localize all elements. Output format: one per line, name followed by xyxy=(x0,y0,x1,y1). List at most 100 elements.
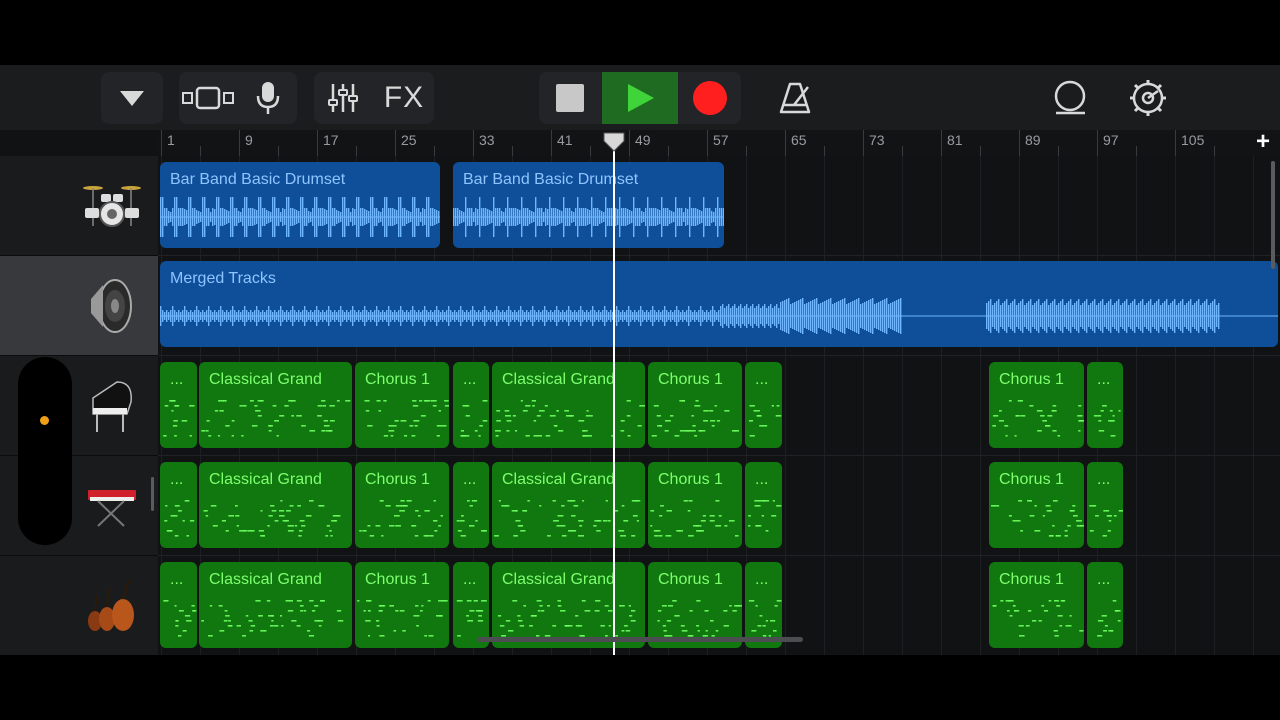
midi-region[interactable]: ... xyxy=(160,462,197,548)
region-label: ... xyxy=(1097,571,1111,588)
midi-region[interactable]: Classical Grand xyxy=(492,462,645,548)
ruler-minor-tick xyxy=(590,146,591,156)
midi-region[interactable]: Classical Grand xyxy=(492,562,645,648)
region-label: Chorus 1 xyxy=(658,571,723,588)
midi-region[interactable]: ... xyxy=(745,362,782,448)
play-icon xyxy=(628,84,654,112)
volume-slider-thumb[interactable] xyxy=(40,416,49,425)
stop-icon xyxy=(556,84,584,112)
midi-region[interactable]: ... xyxy=(160,562,197,648)
region-label: ... xyxy=(755,571,769,588)
midi-notes xyxy=(748,600,782,637)
midi-notes xyxy=(749,405,782,437)
ruler-bar-label: 17 xyxy=(323,132,339,148)
mixer-button[interactable] xyxy=(314,72,372,124)
ruler-major-tick xyxy=(317,130,318,156)
midi-region[interactable]: ... xyxy=(745,562,782,648)
region-drums-1[interactable]: Bar Band Basic Drumset xyxy=(160,162,440,248)
midi-region[interactable]: Chorus 1 xyxy=(648,362,742,448)
midi-region[interactable]: ... xyxy=(745,462,782,548)
microphone-icon xyxy=(256,82,280,114)
ruler-bar-label: 1 xyxy=(167,132,175,148)
playhead[interactable] xyxy=(613,142,615,655)
ruler-bar-label: 81 xyxy=(947,132,963,148)
midi-region[interactable]: Classical Grand xyxy=(492,362,645,448)
midi-region[interactable]: Classical Grand xyxy=(199,362,352,448)
region-label: Classical Grand xyxy=(502,371,615,388)
record-icon xyxy=(693,81,727,115)
ruler-major-tick xyxy=(785,130,786,156)
midi-region[interactable]: ... xyxy=(160,362,197,448)
track-headers xyxy=(0,156,158,655)
ruler-major-tick xyxy=(395,130,396,156)
midi-notes xyxy=(163,600,197,637)
midi-region[interactable]: ... xyxy=(453,462,489,548)
ruler-minor-tick xyxy=(824,146,825,156)
metronome-button[interactable] xyxy=(770,75,820,121)
horizontal-scrollbar[interactable] xyxy=(477,637,803,642)
vertical-scrollbar[interactable] xyxy=(1271,161,1275,269)
midi-region[interactable]: Chorus 1 xyxy=(648,562,742,648)
midi-region[interactable]: Chorus 1 xyxy=(355,562,449,648)
ruler-major-tick xyxy=(863,130,864,156)
ruler-minor-tick xyxy=(278,146,279,156)
region-merged-tracks[interactable]: Merged Tracks xyxy=(160,261,1278,347)
ruler-bar-label: 33 xyxy=(479,132,495,148)
midi-notes xyxy=(460,400,488,437)
header-resize-handle[interactable] xyxy=(151,477,154,511)
playhead-handle[interactable] xyxy=(601,132,627,152)
midi-region[interactable]: Chorus 1 xyxy=(989,362,1084,448)
midi-notes xyxy=(203,500,341,537)
synth-keyboard-icon xyxy=(80,476,144,536)
midi-region[interactable]: ... xyxy=(1087,362,1123,448)
ruler-major-tick xyxy=(239,130,240,156)
ruler-bar-label: 65 xyxy=(791,132,807,148)
region-label: ... xyxy=(755,371,769,388)
track-header-strings[interactable] xyxy=(0,556,158,655)
ruler-minor-tick xyxy=(200,146,201,156)
track-header-drums[interactable] xyxy=(0,156,158,256)
volume-slider[interactable] xyxy=(18,357,72,545)
ruler-minor-tick xyxy=(512,146,513,156)
midi-region[interactable]: ... xyxy=(1087,562,1123,648)
microphone-button[interactable] xyxy=(239,72,297,124)
region-label: ... xyxy=(1097,471,1111,488)
play-button[interactable] xyxy=(602,72,678,124)
track-header-merged[interactable] xyxy=(0,256,158,356)
fx-button[interactable]: FX xyxy=(374,72,434,124)
record-button[interactable] xyxy=(679,72,741,124)
region-label: ... xyxy=(755,471,769,488)
midi-region[interactable]: Chorus 1 xyxy=(989,562,1084,648)
region-drums-2[interactable]: Bar Band Basic Drumset xyxy=(453,162,724,248)
track-view-button[interactable] xyxy=(179,72,237,124)
midi-notes xyxy=(456,500,487,537)
region-label: ... xyxy=(170,471,184,488)
ruler-bar-label: 9 xyxy=(245,132,253,148)
stop-button[interactable] xyxy=(539,72,601,124)
view-group xyxy=(179,72,297,124)
tracks-dropdown-button[interactable] xyxy=(101,72,163,124)
region-label: Classical Grand xyxy=(502,571,615,588)
midi-region[interactable]: Classical Grand xyxy=(199,462,352,548)
ruler-major-tick xyxy=(629,130,630,156)
tracks-dropdown-icon xyxy=(120,91,144,106)
midi-region[interactable]: ... xyxy=(453,362,489,448)
midi-region[interactable]: Chorus 1 xyxy=(648,462,742,548)
region-label: Classical Grand xyxy=(209,471,322,488)
midi-region[interactable]: Classical Grand xyxy=(199,562,352,648)
loop-browser-button[interactable] xyxy=(1046,75,1094,121)
settings-icon xyxy=(1130,80,1166,116)
add-section-button[interactable]: + xyxy=(1256,128,1270,156)
bar-ruler[interactable]: 1 9 17 25 33 41 49 57 65 73 81 89 97 105 + xyxy=(158,128,1280,156)
midi-region[interactable]: ... xyxy=(453,562,489,648)
midi-region[interactable]: Chorus 1 xyxy=(355,362,449,448)
track-view-icon xyxy=(182,86,234,110)
midi-notes xyxy=(657,600,742,637)
mixer-icon xyxy=(328,84,358,112)
midi-region[interactable]: Chorus 1 xyxy=(355,462,449,548)
midi-region[interactable]: Chorus 1 xyxy=(989,462,1084,548)
settings-button[interactable] xyxy=(1124,75,1172,121)
ruler-bar-label: 97 xyxy=(1103,132,1119,148)
midi-notes xyxy=(163,400,195,437)
midi-region[interactable]: ... xyxy=(1087,462,1123,548)
